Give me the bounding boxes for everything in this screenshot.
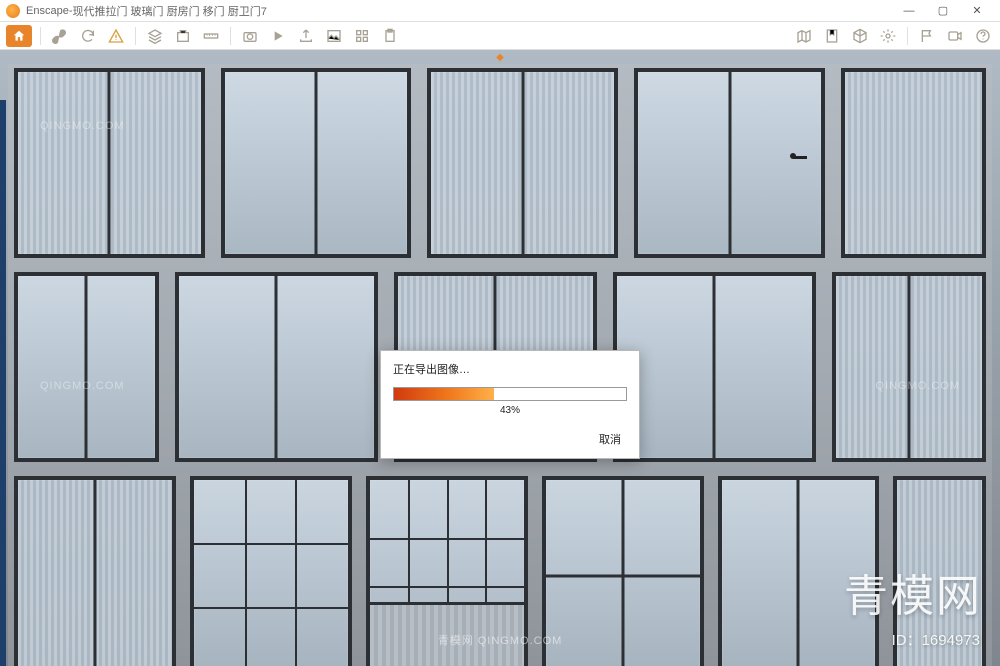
door-item: [14, 68, 205, 258]
cube-icon: [852, 28, 868, 44]
link-icon: [52, 28, 68, 44]
watermark-faint: QINGMO.COM: [40, 120, 125, 132]
settings-icon: [880, 28, 896, 44]
bookmark-button[interactable]: [821, 25, 843, 47]
settings-button[interactable]: [877, 25, 899, 47]
watermark-center: 青模网 QINGMO.COM: [438, 632, 563, 648]
document-title: 现代推拉门 玻璃门 厨房门 移门 厨卫门7: [72, 3, 266, 19]
progress-fill: [394, 388, 494, 400]
clipboard-button[interactable]: [379, 25, 401, 47]
left-edge-accent: [0, 100, 6, 666]
ruler-icon: [203, 28, 219, 44]
cube-button[interactable]: [849, 25, 871, 47]
app-name: Enscape: [26, 5, 69, 17]
home-icon: [12, 29, 26, 43]
grid-icon: [354, 28, 370, 44]
link-button[interactable]: [49, 25, 71, 47]
app-window: Enscape - 现代推拉门 玻璃门 厨房门 移门 厨卫门7 — ▢ ✕: [0, 0, 1000, 666]
render-viewport[interactable]: ◆: [0, 50, 1000, 666]
export-progress-dialog: 正在导出图像… 43% 取消: [380, 350, 640, 459]
export-button[interactable]: [295, 25, 317, 47]
video-button[interactable]: [944, 25, 966, 47]
image-button[interactable]: [323, 25, 345, 47]
progress-percent: 43%: [393, 405, 627, 416]
cancel-button[interactable]: 取消: [593, 428, 627, 450]
watermark-faint: QINGMO.COM: [875, 380, 960, 392]
grid-button[interactable]: [351, 25, 373, 47]
door-item: [175, 272, 378, 462]
door-item: [190, 476, 352, 666]
dialog-title: 正在导出图像…: [393, 361, 627, 377]
progress-bar: [393, 387, 627, 401]
door-row-1: [14, 68, 986, 258]
map-icon: [796, 28, 812, 44]
video-icon: [947, 28, 963, 44]
orientation-marker-icon: ◆: [496, 52, 504, 63]
warning-button[interactable]: [105, 25, 127, 47]
flag-button[interactable]: [916, 25, 938, 47]
refresh-button[interactable]: [77, 25, 99, 47]
refresh-icon: [80, 28, 96, 44]
door-item: [613, 272, 816, 462]
help-button[interactable]: [972, 25, 994, 47]
watermark-id: ID：1694973: [892, 629, 980, 650]
door-item: [841, 68, 986, 258]
build-button[interactable]: [172, 25, 194, 47]
maximize-button[interactable]: ▢: [926, 1, 960, 21]
door-item: [221, 68, 412, 258]
flag-icon: [919, 28, 935, 44]
watermark-brand: 青模网: [844, 560, 982, 624]
titlebar[interactable]: Enscape - 现代推拉门 玻璃门 厨房门 移门 厨卫门7 — ▢ ✕: [0, 0, 1000, 22]
door-item: [427, 68, 618, 258]
warning-icon: [108, 28, 124, 44]
door-item: [634, 68, 825, 258]
camera-icon: [242, 28, 258, 44]
play-button[interactable]: [267, 25, 289, 47]
door-item: [542, 476, 704, 666]
image-icon: [326, 28, 342, 44]
build-icon: [175, 28, 191, 44]
camera-button[interactable]: [239, 25, 261, 47]
ruler-button[interactable]: [200, 25, 222, 47]
clipboard-icon: [382, 28, 398, 44]
door-item: [832, 272, 986, 462]
close-button[interactable]: ✕: [960, 1, 994, 21]
door-item: [14, 272, 159, 462]
export-icon: [298, 28, 314, 44]
app-logo-icon: [6, 4, 20, 18]
layers-button[interactable]: [144, 25, 166, 47]
bookmark-icon: [824, 28, 840, 44]
watermark-faint: QINGMO.COM: [40, 380, 125, 392]
help-icon: [975, 28, 991, 44]
layers-icon: [147, 28, 163, 44]
home-button[interactable]: [6, 25, 32, 47]
toolbar: [0, 22, 1000, 50]
door-handle-icon: [793, 156, 807, 159]
play-icon: [270, 28, 286, 44]
door-item: [14, 476, 176, 666]
minimize-button[interactable]: —: [892, 1, 926, 21]
map-button[interactable]: [793, 25, 815, 47]
